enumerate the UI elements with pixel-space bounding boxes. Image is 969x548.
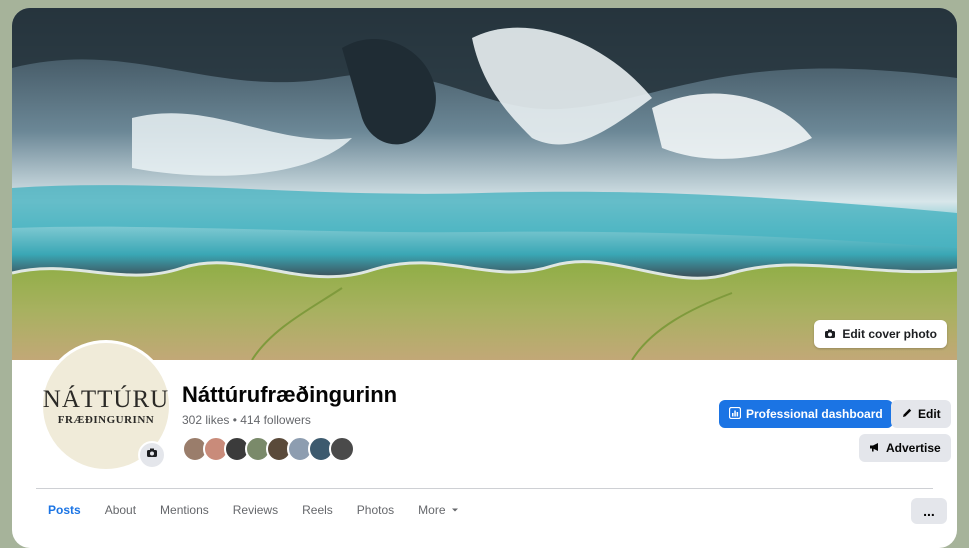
advertise-label: Advertise: [886, 441, 941, 455]
tab-photos[interactable]: Photos: [345, 492, 406, 528]
edit-label: Edit: [918, 407, 941, 421]
ellipsis-icon: ...: [923, 503, 935, 519]
follower-avatar[interactable]: [329, 436, 355, 462]
header-divider: [36, 488, 933, 489]
page-header-card: Edit cover photo NÁTTÚRU FRÆÐINGURINN Ná…: [12, 8, 957, 548]
likes-followers-count[interactable]: 302 likes • 414 followers: [182, 413, 311, 427]
tab-mentions[interactable]: Mentions: [148, 492, 221, 528]
camera-icon: [824, 328, 836, 340]
professional-dashboard-button[interactable]: Professional dashboard: [719, 400, 893, 428]
logo-line-2: FRÆÐINGURINN: [57, 413, 155, 426]
professional-dashboard-label: Professional dashboard: [746, 407, 883, 421]
edit-cover-photo-label: Edit cover photo: [842, 327, 937, 341]
tab-posts[interactable]: Posts: [36, 492, 93, 528]
page-tabs: Posts About Mentions Reviews Reels Photo…: [36, 492, 471, 528]
page-title: Náttúrufræðingurinn: [182, 382, 398, 407]
cover-photo[interactable]: Edit cover photo: [12, 8, 957, 360]
dashboard-icon: [728, 406, 742, 422]
camera-icon: [146, 446, 158, 464]
tab-reels[interactable]: Reels: [290, 492, 345, 528]
update-profile-picture-button[interactable]: [138, 441, 166, 469]
cover-photo-image: [12, 8, 957, 360]
logo-line-1: NÁTTÚRU: [42, 385, 170, 413]
megaphone-icon: [869, 441, 881, 456]
follower-avatars[interactable]: [182, 436, 355, 462]
edit-page-button[interactable]: Edit: [891, 400, 951, 428]
tab-reviews[interactable]: Reviews: [221, 492, 290, 528]
tab-about[interactable]: About: [93, 492, 148, 528]
caret-down-icon: [451, 503, 459, 517]
advertise-button[interactable]: Advertise: [859, 434, 951, 462]
more-options-button[interactable]: ...: [911, 498, 947, 524]
pencil-icon: [901, 407, 913, 422]
tab-more[interactable]: More: [406, 492, 470, 528]
edit-cover-photo-button[interactable]: Edit cover photo: [814, 320, 947, 348]
